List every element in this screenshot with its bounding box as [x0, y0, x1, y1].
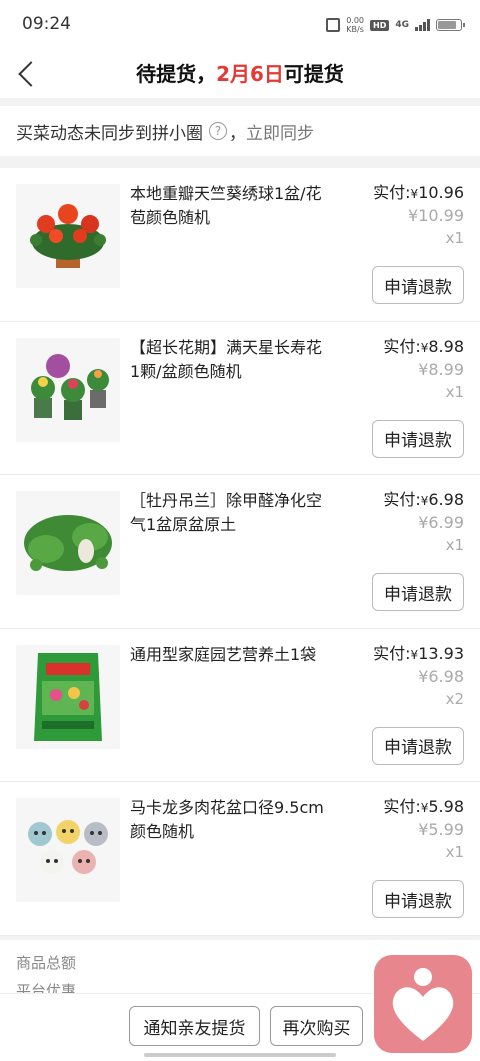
quantity: x2 [445, 689, 464, 708]
paid-price: 实付:¥13.93 [373, 643, 464, 666]
original-price: ¥10.99 [408, 206, 464, 225]
status-icons: 0.00 KB/s HD 4G [326, 16, 465, 34]
quantity: x1 [445, 382, 464, 401]
price-area: 实付:¥6.98 ¥6.99 x1 [383, 489, 464, 556]
sync-text: 买菜动态未同步到拼小圈 [16, 123, 203, 144]
item-name: 【超长花期】满天星长寿花1颗/盆颜色随机 [130, 337, 323, 381]
battery-fill [438, 21, 456, 29]
title-prefix: 待提货， [136, 62, 217, 86]
original-price: ¥6.99 [418, 513, 464, 532]
price-area: 实付:¥5.98 ¥5.99 x1 [383, 796, 464, 863]
item-name: 马卡龙多肉花盆口径9.5cm颜色随机 [130, 798, 324, 841]
floating-heart-button[interactable] [374, 955, 472, 1053]
product-thumbnail[interactable] [16, 337, 120, 442]
price-area: 实付:¥13.93 ¥6.98 x2 [373, 643, 464, 710]
macaron-pots-image [28, 820, 108, 874]
paid-price: 实付:¥5.98 [383, 796, 464, 819]
price-area: 实付:¥10.96 ¥10.99 x1 [373, 182, 464, 249]
paid-label: 实付: [373, 643, 411, 663]
quantity: x1 [445, 229, 464, 247]
network-speed-value: 0.00 [346, 16, 364, 25]
product-thumbnail[interactable] [16, 798, 120, 902]
list-item[interactable]: ［牡丹吊兰］除甲醛净化空气1盆原盆原土 实付:¥6.98 ¥6.99 x1 申请… [0, 475, 480, 629]
kalanchoe-image [31, 353, 109, 420]
title-date: 2月6日 [216, 62, 284, 86]
refund-button[interactable]: 申请退款 [372, 880, 464, 918]
refund-button[interactable]: 申请退款 [372, 726, 464, 765]
paid-label: 实付: [373, 183, 411, 202]
paid-label: 实付: [383, 336, 421, 356]
item-list: 本地重瓣天竺葵绣球1盆/花苞颜色随机 实付:¥10.96 ¥10.99 x1 申… [0, 168, 480, 936]
list-item[interactable]: 【超长花期】满天星长寿花1颗/盆颜色随机 实付:¥8.98 ¥8.99 x1 申… [0, 322, 480, 475]
sync-bar: 买菜动态未同步到拼小圈 ? ， 立即同步 [0, 106, 480, 156]
header: 待提货，2月6日可提货 [0, 50, 480, 98]
title-suffix: 可提货 [283, 62, 344, 86]
soil-bag-image [34, 652, 102, 741]
paid-price: 实付:¥10.96 [373, 182, 464, 205]
help-icon[interactable]: ? [209, 122, 227, 140]
ivy-image [24, 515, 112, 571]
quantity: x1 [445, 536, 464, 554]
original-price: ¥5.99 [418, 820, 464, 839]
product-thumbnail[interactable] [16, 491, 120, 595]
original-price: ¥6.98 [418, 666, 464, 686]
sync-separator: ， [229, 123, 246, 144]
paid-price: 实付:¥6.98 [383, 489, 464, 512]
item-name: ［牡丹吊兰］除甲醛净化空气1盆原盆原土 [130, 491, 323, 534]
paid-price: 实付:¥8.98 [383, 336, 464, 359]
paid-amount: 5.98 [428, 797, 464, 816]
vibrate-icon [326, 18, 341, 32]
product-thumbnail[interactable] [16, 644, 120, 749]
geranium-image [30, 204, 106, 268]
original-price: ¥8.99 [418, 359, 464, 379]
signal-icon [415, 19, 430, 31]
list-item[interactable]: 本地重瓣天竺葵绣球1盆/花苞颜色随机 实付:¥10.96 ¥10.99 x1 申… [0, 168, 480, 322]
item-name: 通用型家庭园艺营养土1袋 [130, 644, 317, 664]
network-speed: 0.00 KB/s [346, 16, 364, 34]
page-title: 待提货，2月6日可提货 [0, 58, 480, 87]
list-item[interactable]: 通用型家庭园艺营养土1袋 实付:¥13.93 ¥6.98 x2 申请退款 [0, 629, 480, 782]
paid-label: 实付: [383, 490, 421, 509]
hd-badge: HD [370, 19, 390, 31]
battery-icon [436, 19, 465, 31]
paid-label: 实付: [383, 797, 421, 816]
heart-person-icon [392, 968, 454, 1041]
status-bar: 09:24 0.00 KB/s HD 4G [0, 0, 480, 50]
paid-amount: 6.98 [428, 490, 464, 509]
paid-amount: 10.96 [418, 183, 464, 202]
network-type: 4G [395, 20, 409, 30]
paid-amount: 13.93 [418, 643, 464, 663]
quantity: x1 [445, 843, 464, 861]
total-label: 商品总额 [16, 954, 77, 972]
refund-button[interactable]: 申请退款 [372, 419, 464, 458]
refund-button[interactable]: 申请退款 [372, 266, 464, 304]
list-item[interactable]: 马卡龙多肉花盆口径9.5cm颜色随机 实付:¥5.98 ¥5.99 x1 申请退… [0, 782, 480, 936]
home-indicator[interactable] [144, 1053, 336, 1057]
status-time: 09:24 [22, 14, 71, 34]
refund-button[interactable]: 申请退款 [372, 573, 464, 611]
sync-now-link[interactable]: 立即同步 [246, 119, 314, 144]
network-speed-unit: KB/s [346, 25, 364, 34]
notify-friends-button[interactable]: 通知亲友提货 [129, 1006, 260, 1046]
rebuy-button[interactable]: 再次购买 [270, 1006, 363, 1046]
item-name: 本地重瓣天竺葵绣球1盆/花苞颜色随机 [130, 184, 322, 227]
product-thumbnail[interactable] [16, 184, 120, 288]
price-area: 实付:¥8.98 ¥8.99 x1 [383, 336, 464, 403]
paid-amount: 8.98 [428, 336, 464, 356]
